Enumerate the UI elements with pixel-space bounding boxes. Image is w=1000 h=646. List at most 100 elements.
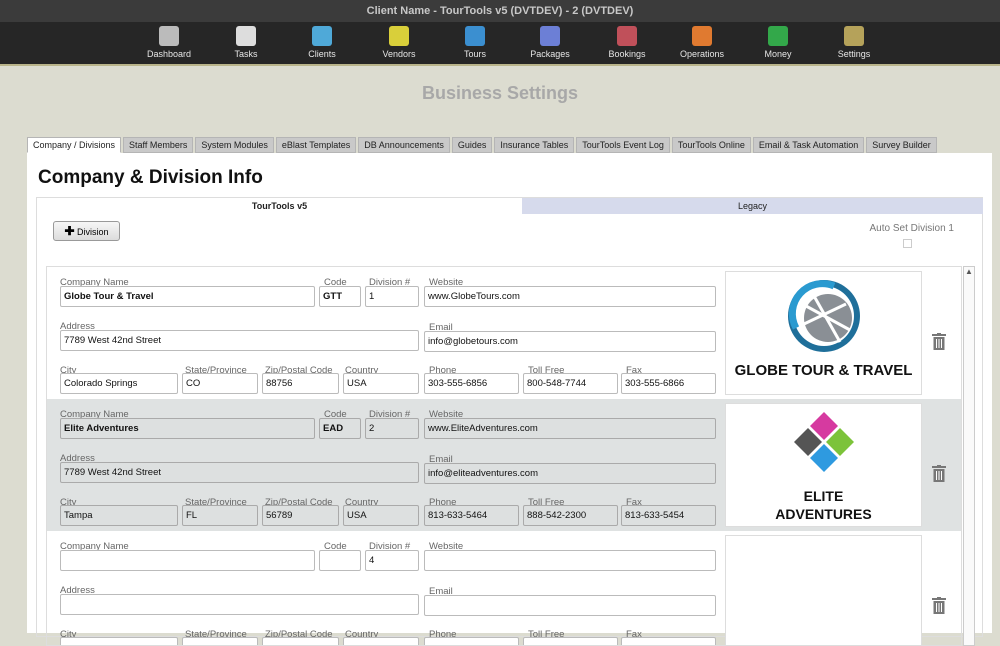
money-icon — [768, 26, 788, 46]
tab-system-modules[interactable]: System Modules — [195, 137, 274, 153]
window-title: Client Name - TourTools v5 (DVTDEV) - 2 … — [0, 0, 1000, 22]
nav-label: Bookings — [608, 49, 646, 59]
nav-bookings[interactable]: Bookings — [592, 26, 662, 59]
tab-db-announcements[interactable]: DB Announcements — [358, 137, 450, 153]
auto-set-checkbox[interactable] — [903, 239, 912, 248]
trash-icon[interactable] — [932, 597, 946, 614]
division-list: Company Name Code Division # Website Address… — [46, 266, 962, 646]
logo-text: ADVENTURES — [775, 506, 872, 522]
nav-label: Tours — [463, 49, 486, 59]
state-input[interactable]: CO — [182, 373, 258, 394]
add-division-label: Division — [77, 227, 109, 237]
tollfree-input[interactable] — [523, 637, 618, 645]
city-input[interactable] — [60, 637, 178, 645]
puzzle-icon — [540, 26, 560, 46]
tollfree-input[interactable]: 888-542-2300 — [523, 505, 618, 526]
trash-icon[interactable] — [932, 465, 946, 482]
tab-email-task-automation[interactable]: Email & Task Automation — [752, 137, 865, 153]
nav-tasks[interactable]: Tasks — [211, 26, 281, 59]
zip-input[interactable]: 56789 — [262, 505, 339, 526]
address-input[interactable]: 7789 West 42nd Street — [60, 462, 419, 483]
address-input[interactable]: 7789 West 42nd Street — [60, 330, 419, 351]
building-icon — [389, 26, 409, 46]
city-input[interactable]: Colorado Springs — [60, 373, 178, 394]
logo-text: ELITE — [803, 488, 844, 504]
trash-icon[interactable] — [932, 333, 946, 350]
nav-vendors[interactable]: Vendors — [364, 26, 434, 59]
logo-image: ELITE ADVENTURES — [725, 403, 922, 527]
nav-label: Packages — [530, 49, 570, 59]
logo-image — [725, 535, 922, 645]
auto-set-label: Auto Set Division 1 — [869, 223, 955, 234]
phone-input[interactable] — [424, 637, 519, 645]
ticket-icon — [617, 26, 637, 46]
website-input[interactable]: www.GlobeTours.com — [424, 286, 716, 307]
nav-packages[interactable]: Packages — [515, 26, 585, 59]
website-input[interactable] — [424, 550, 716, 571]
tab-eblast-templates[interactable]: eBlast Templates — [275, 137, 357, 153]
logo-text: GLOBE TOUR & TRAVEL — [734, 362, 913, 379]
state-input[interactable] — [182, 637, 258, 645]
code-input[interactable]: GTT — [319, 286, 361, 307]
company-input[interactable] — [60, 550, 315, 571]
zip-input[interactable]: 88756 — [262, 373, 339, 394]
country-input[interactable]: USA — [343, 505, 419, 526]
fax-input[interactable]: 303-555-6866 — [621, 373, 716, 394]
diamonds-icon — [793, 412, 854, 472]
city-input[interactable]: Tampa — [60, 505, 178, 526]
address-input[interactable] — [60, 594, 419, 615]
phone-input[interactable]: 813-633-5464 — [424, 505, 519, 526]
globe-icon — [787, 280, 860, 352]
division-input[interactable]: 4 — [365, 550, 419, 571]
code-input[interactable] — [319, 550, 361, 571]
tab-guides[interactable]: Guides — [451, 137, 493, 153]
main-nav: Dashboard Tasks Clients Vendors Tours Package… — [0, 22, 1000, 66]
state-input[interactable]: FL — [182, 505, 258, 526]
division-input[interactable]: 1 — [365, 286, 419, 307]
content-panel: Company & Division Info TourTools v5 Leg… — [27, 153, 992, 646]
country-input[interactable] — [343, 637, 419, 645]
company-input[interactable]: Globe Tour & Travel — [60, 286, 315, 307]
tollfree-input[interactable]: 800-548-7744 — [523, 373, 618, 394]
person-icon — [312, 26, 332, 46]
code-input[interactable]: EAD — [319, 418, 361, 439]
nav-money[interactable]: Money — [743, 26, 813, 59]
fax-input[interactable] — [621, 637, 716, 645]
division-row: Company Name Code Division # Website Address… — [47, 267, 961, 399]
gear-icon — [844, 26, 864, 46]
nav-label: Clients — [308, 49, 336, 59]
phone-input[interactable]: 303-555-6856 — [424, 373, 519, 394]
email-input[interactable] — [424, 595, 716, 616]
plus-icon: ✚ — [64, 224, 75, 238]
subtab-tourtools-v5[interactable]: TourTools v5 — [37, 198, 522, 214]
dashboard-icon — [159, 26, 179, 46]
nav-label: Vendors — [382, 49, 416, 59]
email-input[interactable]: info@globetours.com — [424, 331, 716, 352]
scrollbar[interactable]: ▲ — [963, 266, 975, 646]
logo-image: GLOBE TOUR & TRAVEL — [725, 271, 922, 395]
website-input[interactable]: www.EliteAdventures.com — [424, 418, 716, 439]
tab-insurance-tables[interactable]: Insurance Tables — [494, 137, 575, 153]
nav-label: Operations — [679, 49, 725, 59]
email-input[interactable]: info@eliteadventures.com — [424, 463, 716, 484]
tab-tourtools-online[interactable]: TourTools Online — [671, 137, 751, 153]
tab-survey-builder[interactable]: Survey Builder — [866, 137, 937, 153]
division-row: Company Name Code Division # Website Address… — [47, 399, 961, 531]
country-input[interactable]: USA — [343, 373, 419, 394]
zip-input[interactable] — [262, 637, 339, 645]
nav-dashboard[interactable]: Dashboard — [134, 26, 204, 59]
fax-input[interactable]: 813-633-5454 — [621, 505, 716, 526]
division-input[interactable]: 2 — [365, 418, 419, 439]
tab-tourtools-event-log[interactable]: TourTools Event Log — [576, 137, 670, 153]
nav-clients[interactable]: Clients — [287, 26, 357, 59]
nav-operations[interactable]: Operations — [667, 26, 737, 59]
subtab-legacy[interactable]: Legacy — [522, 198, 983, 214]
tab-staff-members[interactable]: Staff Members — [123, 137, 194, 153]
tab-company-divisions[interactable]: Company / Divisions — [27, 137, 122, 153]
calendar-icon — [236, 26, 256, 46]
add-division-button[interactable]: ✚ Division — [53, 221, 120, 241]
nav-label: Settings — [837, 49, 871, 59]
nav-settings[interactable]: Settings — [819, 26, 889, 59]
company-input[interactable]: Elite Adventures — [60, 418, 315, 439]
nav-tours[interactable]: Tours — [440, 26, 510, 59]
